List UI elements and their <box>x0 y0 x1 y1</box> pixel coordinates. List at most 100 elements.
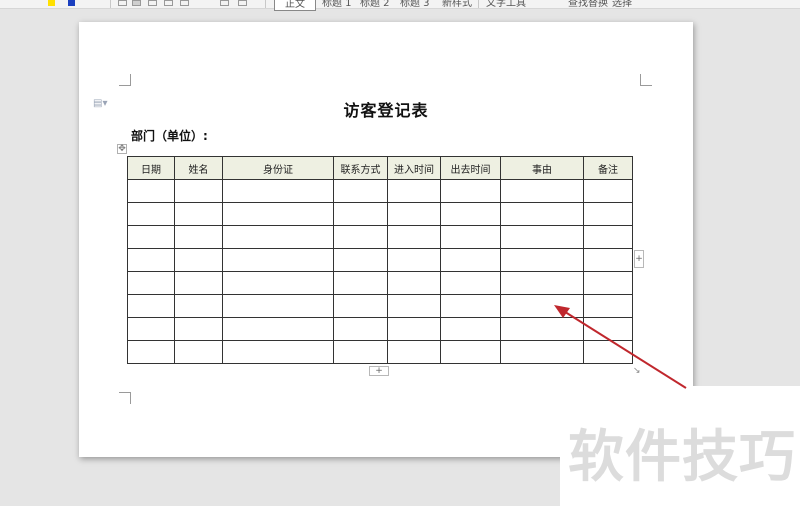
line-spacing-icon[interactable] <box>220 0 229 6</box>
distribute-icon[interactable] <box>180 0 189 6</box>
table-cell[interactable] <box>174 225 223 249</box>
table-cell[interactable] <box>387 179 441 203</box>
table-cell[interactable] <box>387 202 441 226</box>
table-cell[interactable] <box>583 202 633 226</box>
department-label[interactable]: 部门（单位）: <box>131 127 208 144</box>
table-cell[interactable] <box>174 317 223 341</box>
header-reason[interactable]: 事由 <box>500 156 584 180</box>
table-cell[interactable] <box>440 225 501 249</box>
table-cell[interactable] <box>440 271 501 295</box>
paragraph-icon[interactable] <box>238 0 247 6</box>
table-cell[interactable] <box>333 317 388 341</box>
table-cell[interactable] <box>127 271 175 295</box>
table-cell[interactable] <box>127 340 175 364</box>
table-cell[interactable] <box>387 317 441 341</box>
table-cell[interactable] <box>387 294 441 318</box>
document-title[interactable]: 访客登记表 <box>79 97 693 121</box>
watermark-text: 软件技巧 <box>568 425 796 490</box>
table-cell[interactable] <box>500 179 584 203</box>
table-cell[interactable] <box>174 340 223 364</box>
table-cell[interactable] <box>583 294 633 318</box>
table-cell[interactable] <box>222 294 334 318</box>
table-cell[interactable] <box>387 271 441 295</box>
table-cell[interactable] <box>440 248 501 272</box>
table-cell[interactable] <box>333 294 388 318</box>
table-cell[interactable] <box>583 317 633 341</box>
table-cell[interactable] <box>222 179 334 203</box>
table-cell[interactable] <box>127 202 175 226</box>
justify-icon[interactable] <box>164 0 173 6</box>
table-cell[interactable] <box>583 340 633 364</box>
table-cell[interactable] <box>127 317 175 341</box>
table-cell[interactable] <box>440 340 501 364</box>
table-cell[interactable] <box>222 340 334 364</box>
table-cell[interactable] <box>440 294 501 318</box>
header-date[interactable]: 日期 <box>127 156 175 180</box>
table-cell[interactable] <box>500 202 584 226</box>
header-id-card[interactable]: 身份证 <box>222 156 334 180</box>
align-right-icon[interactable] <box>148 0 157 6</box>
table-cell[interactable] <box>127 294 175 318</box>
align-center-icon[interactable] <box>132 0 141 6</box>
table-cell[interactable] <box>500 294 584 318</box>
table-cell[interactable] <box>440 317 501 341</box>
table-cell[interactable] <box>127 248 175 272</box>
table-cell[interactable] <box>174 202 223 226</box>
table-cell[interactable] <box>387 340 441 364</box>
table-cell[interactable] <box>222 271 334 295</box>
table-cell[interactable] <box>583 248 633 272</box>
text-tools-button[interactable]: 文字工具 <box>486 0 526 9</box>
header-remarks[interactable]: 备注 <box>583 156 633 180</box>
add-column-button[interactable]: + <box>634 250 644 268</box>
table-cell[interactable] <box>583 179 633 203</box>
new-style-button[interactable]: 新样式 <box>442 0 472 9</box>
header-entry-time[interactable]: 进入时间 <box>387 156 441 180</box>
highlight-color-icon[interactable] <box>48 0 55 6</box>
table-cell[interactable] <box>387 248 441 272</box>
table-cell[interactable] <box>127 179 175 203</box>
table-cell[interactable] <box>333 271 388 295</box>
table-cell[interactable] <box>174 294 223 318</box>
table-cell[interactable] <box>222 202 334 226</box>
table-cell[interactable] <box>440 202 501 226</box>
table-cell[interactable] <box>222 248 334 272</box>
table-cell[interactable] <box>500 248 584 272</box>
table-row <box>127 340 633 364</box>
table-cell[interactable] <box>333 340 388 364</box>
align-left-icon[interactable] <box>118 0 127 6</box>
find-replace-button[interactable]: 查找替换 <box>568 0 608 9</box>
table-resize-handle-icon[interactable]: ↘ <box>633 366 643 376</box>
table-cell[interactable] <box>333 202 388 226</box>
visitor-register-table[interactable]: 日期 姓名 身份证 联系方式 进入时间 出去时间 事由 备注 <box>127 156 633 364</box>
table-cell[interactable] <box>222 317 334 341</box>
table-cell[interactable] <box>333 179 388 203</box>
table-cell[interactable] <box>500 340 584 364</box>
style-heading2-button[interactable]: 标题 2 <box>360 0 390 9</box>
header-exit-time[interactable]: 出去时间 <box>440 156 501 180</box>
table-cell[interactable] <box>583 225 633 249</box>
table-cell[interactable] <box>500 225 584 249</box>
table-cell[interactable] <box>174 271 223 295</box>
add-row-button[interactable]: + <box>369 366 389 376</box>
style-heading3-button[interactable]: 标题 3 <box>400 0 430 9</box>
table-cell[interactable] <box>500 317 584 341</box>
toolbar-separator <box>478 0 479 8</box>
table-cell[interactable] <box>333 225 388 249</box>
font-color-icon[interactable] <box>68 0 75 6</box>
table-move-handle-icon[interactable]: ✥ <box>117 144 127 154</box>
style-heading1-button[interactable]: 标题 1 <box>322 0 352 9</box>
table-cell[interactable] <box>174 248 223 272</box>
table-cell[interactable] <box>333 248 388 272</box>
table-row <box>127 179 633 203</box>
table-cell[interactable] <box>174 179 223 203</box>
table-cell[interactable] <box>222 225 334 249</box>
table-cell[interactable] <box>500 271 584 295</box>
table-cell[interactable] <box>127 225 175 249</box>
select-button[interactable]: 选择 <box>612 0 632 9</box>
header-name[interactable]: 姓名 <box>174 156 223 180</box>
table-cell[interactable] <box>440 179 501 203</box>
table-cell[interactable] <box>387 225 441 249</box>
header-contact[interactable]: 联系方式 <box>333 156 388 180</box>
table-cell[interactable] <box>583 271 633 295</box>
style-normal-button[interactable]: 正文 <box>274 0 316 11</box>
